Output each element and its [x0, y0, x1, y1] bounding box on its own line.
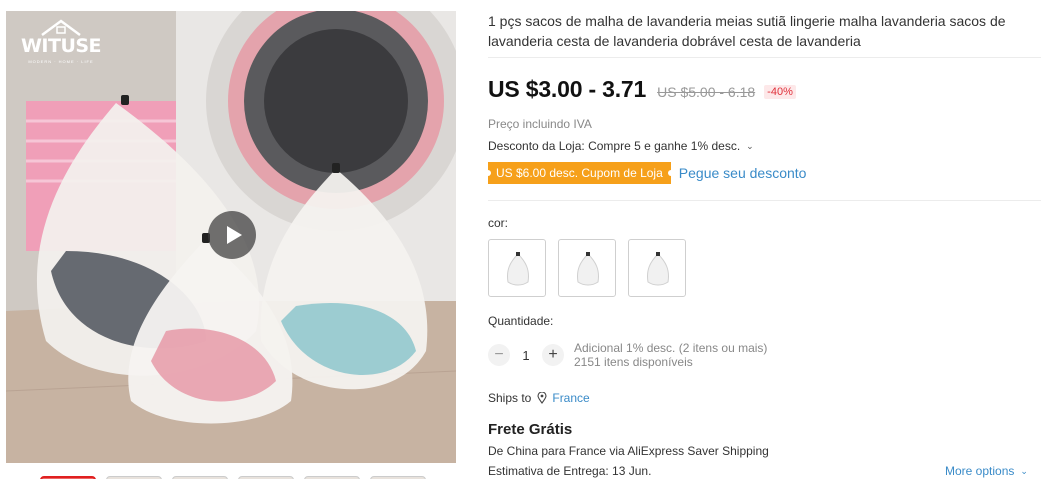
- brand-name: WITUSE: [20, 35, 102, 57]
- more-options-link[interactable]: More options ⌄: [945, 464, 1028, 478]
- ship-destination-link[interactable]: France: [552, 391, 589, 405]
- current-price: US $3.00 - 3.71: [488, 76, 647, 102]
- location-pin-icon: [537, 392, 547, 404]
- tax-note: Preço incluindo IVA: [488, 117, 592, 131]
- quantity-info: Adicional 1% desc. (2 itens ou mais) 215…: [574, 341, 767, 369]
- color-swatches: [488, 239, 686, 297]
- play-video-button[interactable]: [208, 211, 256, 259]
- ships-to-row: Ships to France: [488, 391, 590, 405]
- mesh-bag-icon: [507, 252, 529, 286]
- discount-badge: -40%: [764, 85, 796, 99]
- mesh-bag-icon: [577, 252, 599, 286]
- chevron-down-icon: ⌄: [746, 140, 754, 151]
- mesh-bag-icon: [647, 252, 669, 286]
- coupon-row: US $6.00 desc. Cupom de Loja Pegue seu d…: [485, 162, 807, 184]
- quantity-value[interactable]: 1: [510, 348, 542, 363]
- more-options-label: More options: [945, 464, 1015, 478]
- color-option-medium-bag[interactable]: [558, 239, 616, 297]
- brand-logo: WITUSE MODERN · HOME · LIFE: [16, 17, 106, 77]
- house-roof-icon: [41, 19, 81, 37]
- product-gallery: WITUSE MODERN · HOME · LIFE: [6, 11, 456, 463]
- quantity-decrease-button[interactable]: −: [488, 344, 510, 366]
- shipping-route: De China para France via AliExpress Save…: [488, 444, 769, 458]
- store-discount-text: Desconto da Loja: Compre 5 e ganhe 1% de…: [488, 139, 741, 153]
- free-shipping-title: Frete Grátis: [488, 421, 573, 438]
- delivery-estimate: Estimativa de Entrega: 13 Jun.: [488, 464, 652, 478]
- quantity-stepper: − 1 + Adicional 1% desc. (2 itens ou mai…: [488, 341, 767, 369]
- quantity-label: Quantidade:: [488, 314, 554, 328]
- get-discount-link[interactable]: Pegue seu desconto: [679, 165, 807, 181]
- brand-tagline: MODERN · HOME · LIFE: [28, 59, 94, 64]
- divider: [488, 200, 1041, 201]
- stock-note: 2151 itens disponíveis: [574, 355, 693, 369]
- quantity-increase-button[interactable]: +: [542, 344, 564, 366]
- ships-to-label: Ships to: [488, 391, 532, 405]
- bulk-discount-note: Adicional 1% desc. (2 itens ou mais): [574, 341, 768, 355]
- color-label: cor:: [488, 216, 509, 230]
- product-title: 1 pçs sacos de malha de lavanderia meias…: [488, 13, 1006, 49]
- divider: [488, 57, 1041, 58]
- color-option-small-bag[interactable]: [488, 239, 546, 297]
- store-discount-dropdown[interactable]: Desconto da Loja: Compre 5 e ganhe 1% de…: [488, 139, 754, 153]
- store-coupon-badge[interactable]: US $6.00 desc. Cupom de Loja: [485, 162, 674, 184]
- price-row: US $3.00 - 3.71 US $5.00 - 6.18 -40%: [488, 76, 796, 106]
- original-price: US $5.00 - 6.18: [657, 84, 756, 100]
- chevron-down-icon: ⌄: [1020, 465, 1028, 476]
- color-option-large-bag[interactable]: [628, 239, 686, 297]
